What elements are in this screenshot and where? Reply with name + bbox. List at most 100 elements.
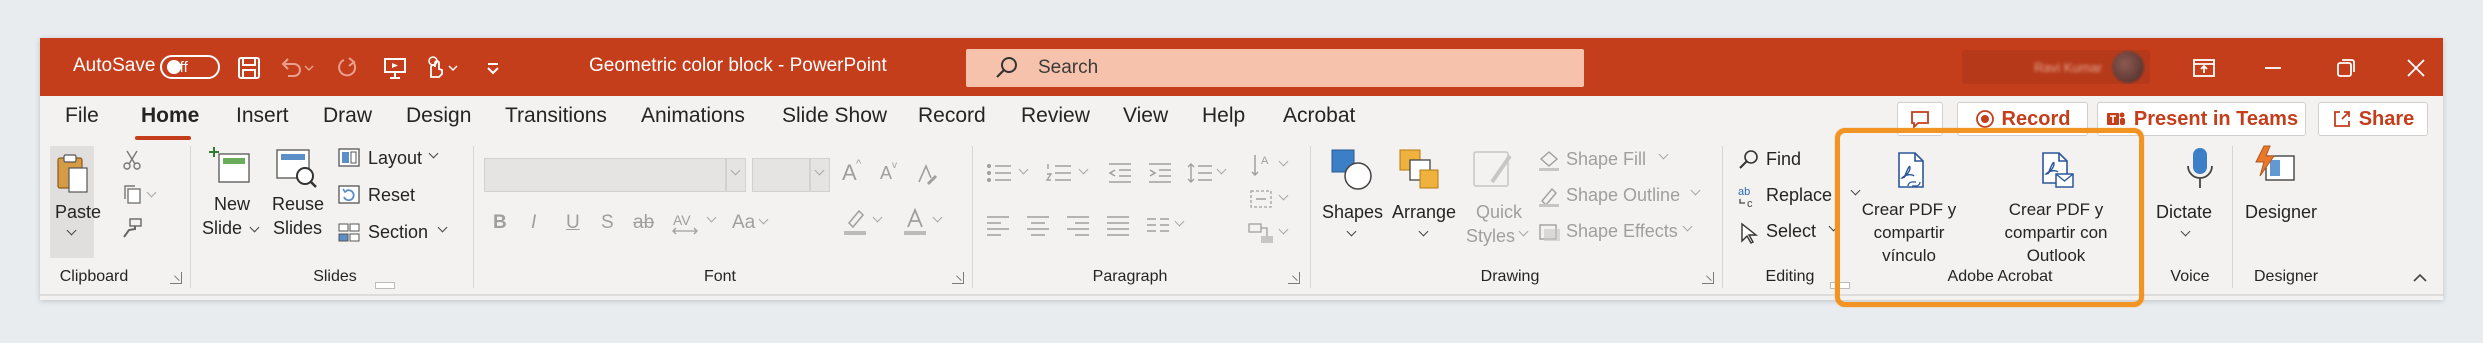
highlight-dropdown-icon[interactable] bbox=[872, 212, 883, 223]
shrink-font-button[interactable]: A bbox=[880, 163, 892, 184]
cut-icon[interactable] bbox=[120, 148, 144, 172]
ribbon-display-options-icon[interactable] bbox=[2188, 52, 2220, 84]
bold-button[interactable]: B bbox=[493, 212, 507, 234]
tab-slide-show[interactable]: Slide Show bbox=[782, 104, 887, 128]
reset-label[interactable]: Reset bbox=[368, 185, 415, 206]
tab-record[interactable]: Record bbox=[918, 104, 986, 128]
format-painter-icon[interactable] bbox=[120, 216, 144, 240]
microphone-icon[interactable] bbox=[2180, 146, 2220, 192]
tab-animations[interactable]: Animations bbox=[641, 104, 745, 128]
drawing-dialog-launcher[interactable] bbox=[1702, 272, 1714, 284]
close-icon[interactable] bbox=[2400, 52, 2432, 84]
tab-file[interactable]: File bbox=[65, 104, 99, 128]
change-case-button[interactable]: Aa bbox=[732, 212, 755, 234]
shape-effects-label[interactable]: Shape Effects bbox=[1566, 221, 1678, 242]
designer-label[interactable]: Designer bbox=[2245, 202, 2317, 223]
align-right-icon[interactable] bbox=[1064, 212, 1092, 238]
numbering-icon[interactable] bbox=[1044, 160, 1076, 186]
tab-draw[interactable]: Draw bbox=[323, 104, 372, 128]
font-name-dropdown[interactable] bbox=[726, 158, 746, 192]
tab-review[interactable]: Review bbox=[1021, 104, 1090, 128]
columns-dropdown-icon[interactable] bbox=[1174, 216, 1185, 227]
tab-design[interactable]: Design bbox=[406, 104, 471, 128]
paragraph-dialog-launcher[interactable] bbox=[1288, 272, 1300, 284]
shape-fill-label[interactable]: Shape Fill bbox=[1566, 149, 1646, 170]
grow-font-button[interactable]: A bbox=[842, 160, 857, 186]
tab-view[interactable]: View bbox=[1123, 104, 1168, 128]
section-dropdown-icon[interactable] bbox=[437, 222, 448, 233]
numbering-dropdown-icon[interactable] bbox=[1078, 164, 1089, 175]
layout-label[interactable]: Layout bbox=[368, 148, 422, 169]
tab-transitions[interactable]: Transitions bbox=[505, 104, 607, 128]
layout-dropdown-icon[interactable] bbox=[428, 148, 439, 159]
align-center-icon[interactable] bbox=[1024, 212, 1052, 238]
tab-acrobat[interactable]: Acrobat bbox=[1283, 104, 1355, 128]
align-text-icon[interactable] bbox=[1246, 186, 1276, 212]
search-box[interactable]: Search bbox=[966, 49, 1584, 87]
bullets-icon[interactable] bbox=[984, 160, 1016, 186]
arrange-dropdown-icon[interactable] bbox=[1418, 226, 1429, 237]
character-spacing-dropdown-icon[interactable] bbox=[706, 212, 717, 223]
shape-fill-dropdown-icon[interactable] bbox=[1658, 149, 1669, 160]
clipboard-dialog-launcher[interactable] bbox=[170, 272, 182, 284]
font-dialog-launcher[interactable] bbox=[952, 272, 964, 284]
replace-label[interactable]: Replace bbox=[1766, 185, 1832, 206]
decrease-indent-icon[interactable] bbox=[1106, 160, 1134, 186]
increase-indent-icon[interactable] bbox=[1146, 160, 1174, 186]
text-shadow-button[interactable]: S bbox=[601, 212, 614, 234]
shape-effects-dropdown-icon[interactable] bbox=[1682, 221, 1693, 232]
restore-icon[interactable] bbox=[2330, 52, 2362, 84]
font-name-box[interactable] bbox=[484, 158, 726, 192]
text-direction-dropdown-icon[interactable] bbox=[1278, 156, 1289, 167]
dictate-label[interactable]: Dictate bbox=[2156, 202, 2212, 223]
justify-icon[interactable] bbox=[1104, 212, 1132, 238]
smartart-dropdown-icon[interactable] bbox=[1278, 224, 1289, 235]
shape-outline-label[interactable]: Shape Outline bbox=[1566, 185, 1680, 206]
align-text-dropdown-icon[interactable] bbox=[1278, 190, 1289, 201]
autosave-toggle[interactable]: Off bbox=[160, 55, 220, 79]
designer-icon[interactable] bbox=[2252, 144, 2298, 192]
present-from-beginning-icon[interactable] bbox=[380, 53, 410, 83]
find-label[interactable]: Find bbox=[1766, 149, 1801, 170]
text-direction-icon[interactable]: A bbox=[1246, 150, 1276, 180]
font-color-icon[interactable] bbox=[900, 206, 930, 238]
line-spacing-icon[interactable] bbox=[1186, 160, 1214, 186]
section-label[interactable]: Section bbox=[368, 222, 428, 243]
collapse-ribbon-icon[interactable] bbox=[2410, 270, 2430, 286]
character-spacing-icon[interactable]: AV bbox=[670, 208, 704, 238]
underline-button[interactable]: U bbox=[566, 212, 580, 234]
columns-icon[interactable] bbox=[1144, 212, 1172, 238]
touch-dropdown-icon[interactable] bbox=[446, 53, 460, 83]
align-left-icon[interactable] bbox=[984, 212, 1012, 238]
highlight-color-icon[interactable] bbox=[840, 206, 870, 238]
reuse-slides-icon[interactable] bbox=[273, 144, 319, 190]
tab-insert[interactable]: Insert bbox=[236, 104, 289, 128]
dictate-dropdown-icon[interactable] bbox=[2180, 226, 2191, 237]
bullets-dropdown-icon[interactable] bbox=[1018, 164, 1029, 175]
customize-toolbar-icon[interactable] bbox=[478, 53, 508, 83]
shapes-dropdown-icon[interactable] bbox=[1346, 226, 1357, 237]
redo-icon[interactable] bbox=[332, 53, 362, 83]
quick-styles-dropdown-icon[interactable] bbox=[1518, 226, 1529, 237]
quick-styles-icon[interactable] bbox=[1470, 146, 1518, 192]
arrange-icon[interactable] bbox=[1396, 146, 1444, 192]
line-spacing-dropdown-icon[interactable] bbox=[1216, 164, 1227, 175]
convert-to-smartart-icon[interactable] bbox=[1246, 220, 1276, 246]
clear-formatting-icon[interactable] bbox=[912, 160, 942, 190]
font-size-box[interactable] bbox=[752, 158, 810, 192]
save-icon[interactable] bbox=[234, 53, 264, 83]
italic-button[interactable]: I bbox=[531, 212, 536, 234]
copy-icon[interactable] bbox=[120, 182, 144, 206]
strikethrough-button[interactable]: ab bbox=[633, 212, 654, 234]
shapes-icon[interactable] bbox=[1328, 146, 1376, 192]
change-case-dropdown-icon[interactable] bbox=[758, 214, 769, 225]
tab-help[interactable]: Help bbox=[1202, 104, 1245, 128]
share-button[interactable]: Share bbox=[2318, 102, 2428, 136]
tab-home[interactable]: Home bbox=[141, 104, 199, 128]
account-button[interactable]: Ravi Kumar bbox=[1962, 50, 2150, 84]
select-label[interactable]: Select bbox=[1766, 221, 1816, 242]
new-slide-dropdown-icon[interactable] bbox=[249, 222, 260, 233]
undo-dropdown-icon[interactable] bbox=[302, 53, 316, 83]
copy-dropdown-icon[interactable] bbox=[146, 187, 157, 198]
shape-outline-dropdown-icon[interactable] bbox=[1690, 185, 1701, 196]
